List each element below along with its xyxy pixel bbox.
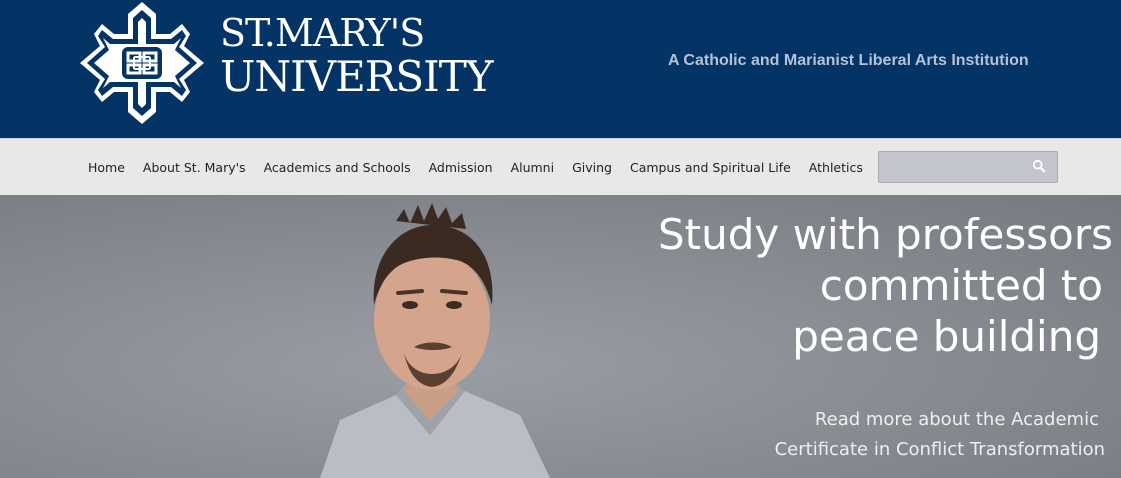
- nav-item-home[interactable]: Home: [79, 160, 134, 175]
- quatrefoil-cross-crest-icon: [80, 2, 204, 124]
- logo-wordmark: ST.MARY'S UNIVERSITY: [220, 11, 493, 101]
- main-navigation: Home About St. Mary's Academics and Scho…: [0, 138, 1121, 195]
- magnifier-icon: [1032, 159, 1046, 173]
- nav-item-academics[interactable]: Academics and Schools: [255, 160, 420, 175]
- professor-portrait-image: [320, 203, 550, 478]
- hero-headline-line-1: Study with professors: [657, 210, 1113, 259]
- logo-line-1: ST.MARY'S: [220, 11, 425, 55]
- university-logo-link[interactable]: ST.MARY'S UNIVERSITY: [78, 0, 493, 126]
- nav-item-athletics[interactable]: Athletics: [800, 160, 872, 175]
- site-header: ST.MARY'S UNIVERSITY A Catholic and Mari…: [0, 0, 1121, 138]
- read-more-line-2: Certificate in Conflict Transformation: [774, 439, 1105, 460]
- nav-item-about[interactable]: About St. Mary's: [134, 160, 255, 175]
- hero-headline-line-2: committed to: [819, 261, 1103, 310]
- header-tagline: A Catholic and Marianist Liberal Arts In…: [668, 52, 1029, 69]
- search-button[interactable]: [1031, 159, 1047, 175]
- nav-item-giving[interactable]: Giving: [563, 160, 621, 175]
- hero-headline-line-3: peace building: [792, 312, 1101, 361]
- logo-line-2: UNIVERSITY: [220, 52, 493, 101]
- hero-headline: Study with professors committed to peace…: [553, 209, 1113, 362]
- nav-menu: Home About St. Mary's Academics and Scho…: [79, 139, 872, 196]
- read-more-line-1: Read more about the Academic: [814, 409, 1099, 430]
- nav-item-admission[interactable]: Admission: [420, 160, 502, 175]
- search-box: [878, 151, 1058, 183]
- search-input[interactable]: [879, 152, 1019, 182]
- nav-item-campus-life[interactable]: Campus and Spiritual Life: [621, 160, 800, 175]
- nav-item-alumni[interactable]: Alumni: [502, 160, 564, 175]
- hero-banner: Study with professors committed to peace…: [0, 195, 1121, 478]
- read-more-link[interactable]: Read more about the Academic Certificate…: [685, 405, 1105, 465]
